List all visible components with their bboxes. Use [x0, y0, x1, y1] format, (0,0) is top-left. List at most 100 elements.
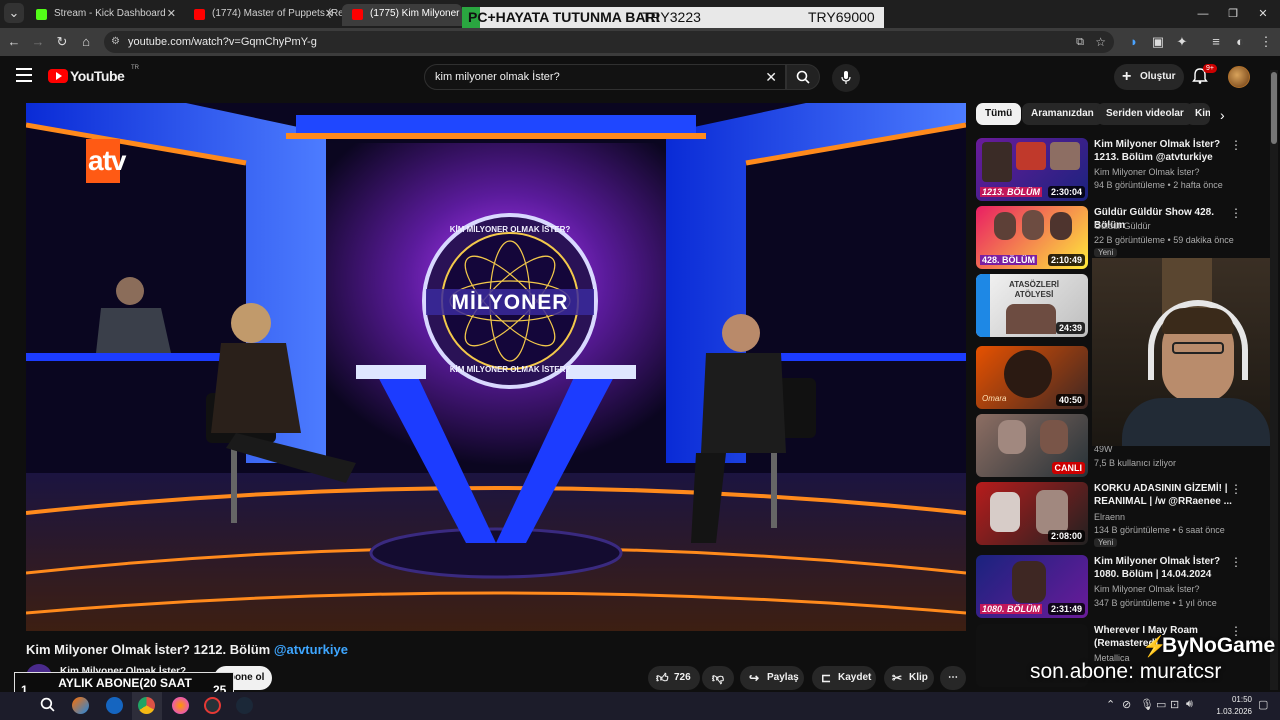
create-button[interactable]: + Oluştur: [1114, 64, 1184, 90]
recommendation-item[interactable]: 1213. BÖLÜM 2:30:04 Kim Milyoner Olmak İ…: [976, 138, 1266, 202]
steam-icon[interactable]: [236, 697, 253, 714]
extensions-puzzle-icon[interactable]: ✦: [1172, 32, 1192, 52]
microphone-tray-icon[interactable]: 🎙︎: [1140, 698, 1154, 711]
show-logo-bottom-text: KİM MİLYONER OLMAK İSTER?: [449, 365, 571, 374]
battery-icon[interactable]: ▭: [1156, 698, 1166, 711]
atv-logo-text: atv: [88, 145, 126, 176]
region-code: TR: [131, 65, 139, 71]
more-vert-icon[interactable]: ⋮: [1230, 482, 1242, 496]
clear-search-icon[interactable]: ✕: [765, 65, 777, 89]
search-icon[interactable]: [40, 697, 57, 714]
like-button[interactable]: 👍︎ 726: [648, 666, 700, 690]
recommendation-channel[interactable]: Kim Milyoner Olmak İster?: [1094, 584, 1200, 594]
voice-search-button[interactable]: [832, 64, 860, 92]
tray-chevron-icon[interactable]: ⌃: [1106, 698, 1115, 711]
like-count: 726: [674, 672, 691, 683]
notifications-button[interactable]: 9+: [1192, 64, 1217, 88]
tab-kim-milyoner[interactable]: (1775) Kim Milyoner Olmak: [342, 4, 462, 26]
search-query: kim milyoner olmak İster?: [435, 71, 560, 83]
notification-center-icon[interactable]: ▢: [1258, 698, 1268, 711]
dislike-button[interactable]: 👎︎: [702, 666, 734, 690]
thumbnail-label: ATASÖZLERİ ATÖLYESİ: [1009, 280, 1059, 299]
extension-icon[interactable]: ▣: [1148, 32, 1168, 52]
share-button[interactable]: ↪ Paylaş: [740, 666, 804, 690]
more-vert-icon[interactable]: ⋮: [1230, 206, 1242, 220]
save-button[interactable]: ⊏ Kaydet: [812, 666, 876, 690]
back-icon[interactable]: ←: [4, 32, 24, 52]
recommendation-channel[interactable]: Elraenn: [1094, 512, 1125, 522]
clock-time[interactable]: 01:50: [1208, 695, 1252, 704]
recommendation-item[interactable]: 1080. BÖLÜM 2:31:49 Kim Milyoner Olmak İ…: [976, 555, 1266, 619]
page-scrollbar[interactable]: [1270, 70, 1278, 690]
search-input[interactable]: kim milyoner olmak İster? ✕: [424, 64, 786, 90]
app-icon[interactable]: [72, 697, 89, 714]
more-vert-icon[interactable]: ⋮: [1230, 138, 1242, 152]
thumbnail-face: [1006, 304, 1056, 334]
install-app-icon[interactable]: ⧉: [1076, 31, 1084, 53]
chips-next-icon[interactable]: ›: [1220, 107, 1225, 123]
maximize-icon[interactable]: ❐: [1218, 4, 1248, 24]
network-icon[interactable]: ⊡: [1170, 698, 1179, 711]
thumbnail-face: [1050, 212, 1072, 240]
volume-icon[interactable]: 🔊︎: [1186, 698, 1193, 711]
profile-icon[interactable]: ◐: [1230, 32, 1250, 52]
reload-icon[interactable]: ↻: [52, 32, 72, 52]
streamer-body: [1122, 398, 1270, 446]
tab-kick-dashboard[interactable]: Stream - Kick Dashboard ✕: [26, 4, 184, 26]
firefox-icon[interactable]: [172, 697, 189, 714]
video-thumbnail[interactable]: Omara 40:50: [976, 346, 1088, 409]
video-thumbnail[interactable]: 428. BÖLÜM 2:10:49: [976, 206, 1088, 269]
video-title-tag[interactable]: @atvturkiye: [274, 642, 348, 657]
video-thumbnail[interactable]: 1213. BÖLÜM 2:30:04: [976, 138, 1088, 201]
extension-icon[interactable]: ◗: [1124, 32, 1144, 52]
chip-all[interactable]: Tümü: [976, 103, 1022, 125]
app-icon[interactable]: [204, 697, 221, 714]
chip-from-search[interactable]: Aramanızdan: [1022, 103, 1103, 125]
recommendation-item[interactable]: 2:08:00 KORKU ADASININ GİZEMİ! | REANIMA…: [976, 482, 1266, 547]
search-button[interactable]: [786, 64, 820, 90]
recommendation-title[interactable]: KORKU ADASININ GİZEMİ! | REANIMAL | /w @…: [1094, 482, 1244, 508]
youtube-play-icon: [48, 69, 68, 83]
hamburger-menu-icon[interactable]: [16, 68, 32, 82]
forward-icon[interactable]: →: [28, 32, 48, 52]
chip-kim[interactable]: Kim: [1186, 103, 1210, 125]
duration-badge: 2:10:49: [1047, 254, 1085, 266]
recommendation-channel[interactable]: Kim Milyoner Olmak İster?: [1094, 167, 1200, 177]
video-player[interactable]: KİM MİLYONER OLMAK İSTER? MİLYONER KİM M…: [26, 103, 966, 631]
address-bar[interactable]: ⚙ youtube.com/watch?v=GqmChyPmY-g ⧉ ☆: [104, 31, 1114, 53]
browser-menu-icon[interactable]: ⋮: [1256, 32, 1276, 52]
tray-icon[interactable]: ⊘: [1122, 698, 1131, 711]
more-vert-icon[interactable]: ⋮: [1230, 555, 1242, 569]
thumbnail-face: [1022, 210, 1044, 240]
thumbnail-face: [998, 420, 1026, 454]
share-icon: ↪: [749, 671, 760, 685]
clock-date[interactable]: 1.03.2026: [1200, 707, 1252, 716]
tab-search-icon[interactable]: ⌄: [4, 3, 24, 23]
avatar[interactable]: [1228, 66, 1250, 88]
minimize-icon[interactable]: —: [1188, 4, 1218, 24]
chip-series[interactable]: Seriden videolar: [1097, 103, 1193, 125]
video-thumbnail[interactable]: ATASÖZLERİ ATÖLYESİ 24:39: [976, 274, 1088, 337]
video-thumbnail[interactable]: 1080. BÖLÜM 2:31:49: [976, 555, 1088, 618]
chip-label: Tümü: [985, 108, 1013, 119]
video-thumbnail[interactable]: CANLI: [976, 414, 1088, 477]
thumbnail-face: [994, 212, 1016, 240]
close-window-icon[interactable]: ✕: [1248, 4, 1278, 24]
more-actions-button[interactable]: ⋯: [940, 666, 966, 690]
app-icon[interactable]: [106, 697, 123, 714]
home-icon[interactable]: ⌂: [76, 32, 96, 52]
bookmark-star-icon[interactable]: ☆: [1095, 31, 1106, 53]
media-control-icon[interactable]: ≡: [1206, 32, 1226, 52]
recommendation-channel[interactable]: Güldür Güldür: [1094, 221, 1151, 231]
recommendation-title[interactable]: Kim Milyoner Olmak İster? 1080. Bölüm | …: [1094, 555, 1244, 581]
site-info-icon[interactable]: ⚙: [111, 31, 120, 53]
close-tab-icon[interactable]: ✕: [167, 4, 176, 24]
scrollbar-thumb[interactable]: [1271, 72, 1277, 144]
clip-button[interactable]: ✂ Klip: [884, 666, 934, 690]
tab-master-of-puppets[interactable]: (1774) Master of Puppets (Rem ✕: [184, 4, 342, 26]
video-thumbnail[interactable]: 2:08:00: [976, 482, 1088, 545]
create-label: Oluştur: [1140, 71, 1176, 82]
donation-goal-banner: PC+HAYATA TUTUNMA BARI TRY3223 TRY69000: [462, 7, 884, 28]
close-tab-icon[interactable]: ✕: [325, 4, 334, 24]
recommendation-title[interactable]: Kim Milyoner Olmak İster? 1213. Bölüm @a…: [1094, 138, 1244, 164]
